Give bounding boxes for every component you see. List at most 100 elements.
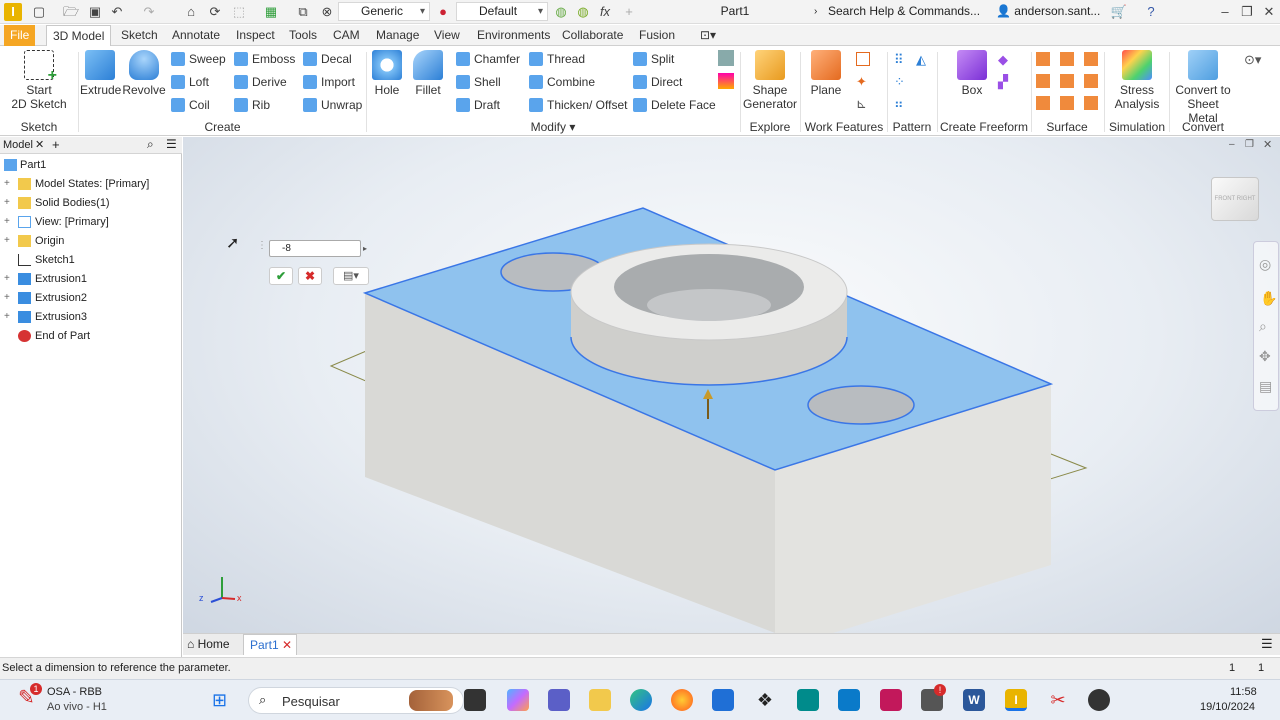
undo-icon[interactable]: ↶ bbox=[108, 3, 126, 21]
stress-analysis-button[interactable]: Stress Analysis bbox=[1110, 50, 1164, 111]
media-app-icon[interactable] bbox=[880, 689, 902, 711]
split-button[interactable]: Split bbox=[633, 50, 674, 68]
tab-fusion[interactable]: Fusion bbox=[633, 25, 681, 46]
menu-icon[interactable]: ☰ bbox=[166, 137, 177, 151]
plus-icon[interactable]: + bbox=[620, 3, 638, 21]
dropbox-icon[interactable]: ❖ bbox=[754, 689, 776, 711]
graphics-viewport[interactable]: ➚ ⋮ -8 ▸ ✔ ✖ ▤▾ FRONT RIGHT – ❐ ✕ ◎ ✋ ⌕ … bbox=[183, 137, 1280, 633]
viewport-maximize-icon[interactable]: ❐ bbox=[1245, 139, 1254, 150]
search-icon[interactable]: ⌕ bbox=[147, 137, 154, 152]
onenote-icon[interactable] bbox=[797, 689, 819, 711]
extend-icon[interactable] bbox=[1060, 74, 1074, 88]
draft-button[interactable]: Draft bbox=[456, 96, 500, 114]
return-icon[interactable]: ▦ bbox=[262, 3, 280, 21]
sculpt-icon[interactable] bbox=[1060, 52, 1074, 66]
tab-model[interactable]: Model bbox=[3, 139, 33, 151]
task-view-icon[interactable] bbox=[464, 689, 486, 711]
mini-toolbar-options-icon[interactable]: ▤▾ bbox=[333, 267, 369, 285]
fit-mesh-icon[interactable] bbox=[1060, 96, 1074, 110]
document-menu-icon[interactable]: ☰ bbox=[1261, 636, 1273, 652]
tab-3d-model[interactable]: 3D Model bbox=[46, 25, 112, 47]
ribbon-settings-icon[interactable]: ⊙▾ bbox=[1244, 52, 1261, 68]
tree-node-extrusion1[interactable]: + Extrusion1 bbox=[0, 270, 180, 288]
chamfer-button[interactable]: Chamfer bbox=[456, 50, 520, 68]
help-icon[interactable]: ? bbox=[1142, 3, 1160, 21]
ruled-surface-icon[interactable] bbox=[1084, 96, 1098, 110]
close-tab-icon[interactable]: ✕ bbox=[282, 638, 292, 652]
add-browser-tab-icon[interactable]: + bbox=[52, 137, 60, 152]
expand-icon[interactable]: + bbox=[4, 232, 10, 250]
emboss-button[interactable]: Emboss bbox=[234, 50, 295, 68]
new-icon[interactable]: ▢ bbox=[30, 3, 48, 21]
copilot-icon[interactable] bbox=[507, 689, 529, 711]
stream-title[interactable]: OSA - RBB bbox=[47, 686, 102, 698]
open-folder-icon[interactable]: 🗁 bbox=[62, 3, 80, 21]
start-2d-sketch-button[interactable]: + Start 2D Sketch bbox=[10, 50, 68, 111]
minimize-icon[interactable]: – bbox=[1216, 3, 1234, 21]
freeform-face-icon[interactable]: ◆ bbox=[998, 52, 1008, 68]
word-icon[interactable]: W bbox=[963, 689, 985, 711]
obs-icon[interactable] bbox=[1088, 689, 1110, 711]
snipping-tool-icon[interactable]: ✂ bbox=[1047, 689, 1069, 711]
zoom-icon[interactable]: ⌕ bbox=[1259, 318, 1267, 335]
tree-node-extrusion2[interactable]: + Extrusion2 bbox=[0, 289, 180, 307]
cart-icon[interactable]: 🛒 bbox=[1110, 3, 1128, 21]
teams-icon[interactable] bbox=[548, 689, 570, 711]
orbit-icon[interactable]: ✥ bbox=[1259, 348, 1271, 365]
tree-node-origin[interactable]: + Origin bbox=[0, 232, 180, 250]
steering-wheel-icon[interactable]: ◎ bbox=[1259, 256, 1271, 273]
vpn-icon[interactable] bbox=[838, 689, 860, 711]
help-search-input[interactable]: › Search Help & Commands... bbox=[812, 2, 990, 21]
tab-inspect[interactable]: Inspect bbox=[230, 25, 281, 46]
stitch-icon[interactable] bbox=[1036, 52, 1050, 66]
tab-manage[interactable]: Manage bbox=[370, 25, 425, 46]
fillet-button[interactable]: Fillet bbox=[410, 50, 446, 97]
import-button[interactable]: Import bbox=[303, 73, 355, 91]
tab-file[interactable]: File bbox=[4, 25, 36, 46]
appearance-icon[interactable]: ● bbox=[434, 3, 452, 21]
delete-face-button[interactable]: Delete Face bbox=[633, 96, 716, 114]
look-at-icon[interactable]: ▤ bbox=[1259, 378, 1272, 395]
rib-button[interactable]: Rib bbox=[234, 96, 270, 114]
toggle-icon[interactable]: ⊗ bbox=[318, 3, 336, 21]
appearance-dropdown[interactable]: Default bbox=[456, 2, 548, 21]
revolve-button[interactable]: Revolve bbox=[122, 50, 166, 97]
close-icon[interactable]: ✕ bbox=[1260, 3, 1278, 21]
sweep-button[interactable]: Sweep bbox=[171, 50, 226, 68]
tree-root-part1[interactable]: Part1 bbox=[0, 156, 180, 174]
store-icon[interactable] bbox=[712, 689, 734, 711]
clear-appearance-icon[interactable]: ◍ bbox=[574, 3, 592, 21]
decal-button[interactable]: Decal bbox=[303, 50, 352, 68]
ok-checkmark-icon[interactable]: ✔ bbox=[269, 267, 293, 285]
viewport-close-icon[interactable]: ✕ bbox=[1263, 138, 1272, 151]
hole-right[interactable] bbox=[807, 385, 915, 425]
update-icon[interactable]: ⟳ bbox=[206, 3, 224, 21]
replace-face-icon[interactable] bbox=[1084, 74, 1098, 88]
axis-icon[interactable] bbox=[856, 52, 870, 66]
viewcube[interactable]: FRONT RIGHT bbox=[1211, 177, 1259, 221]
firefox-icon[interactable] bbox=[671, 689, 693, 711]
plane-button[interactable]: Plane bbox=[806, 50, 846, 97]
mini-toolbar-grip-icon[interactable]: ⋮ bbox=[257, 240, 267, 258]
paint-icon[interactable] bbox=[718, 73, 734, 89]
sketch-pattern-icon[interactable]: ⠶ bbox=[894, 96, 904, 112]
model-canvas[interactable] bbox=[183, 137, 1280, 633]
part1-tab[interactable]: Part1 ✕ bbox=[243, 634, 297, 655]
select-icon[interactable]: ⬚ bbox=[230, 3, 248, 21]
fx-icon[interactable]: fx bbox=[596, 3, 614, 21]
coil-button[interactable]: Coil bbox=[171, 96, 210, 114]
edge-icon[interactable] bbox=[630, 689, 652, 711]
thread-button[interactable]: Thread bbox=[529, 50, 585, 68]
ucs-icon[interactable]: ⊾ bbox=[856, 96, 867, 112]
material-dropdown[interactable]: Generic bbox=[338, 2, 430, 21]
loft-button[interactable]: Loft bbox=[171, 73, 209, 91]
hole-button[interactable]: Hole bbox=[370, 50, 404, 97]
trim-icon[interactable] bbox=[1036, 74, 1050, 88]
inventor-logo-icon[interactable]: I bbox=[4, 3, 22, 21]
tab-view[interactable]: View bbox=[428, 25, 466, 46]
restore-icon[interactable]: ❐ bbox=[1238, 3, 1256, 21]
tree-node-solid-bodies[interactable]: + Solid Bodies(1) bbox=[0, 194, 180, 212]
viewport-minimize-icon[interactable]: – bbox=[1229, 139, 1235, 150]
windows-start-icon[interactable]: ⊞ bbox=[212, 689, 234, 711]
expand-icon[interactable]: + bbox=[4, 213, 10, 231]
